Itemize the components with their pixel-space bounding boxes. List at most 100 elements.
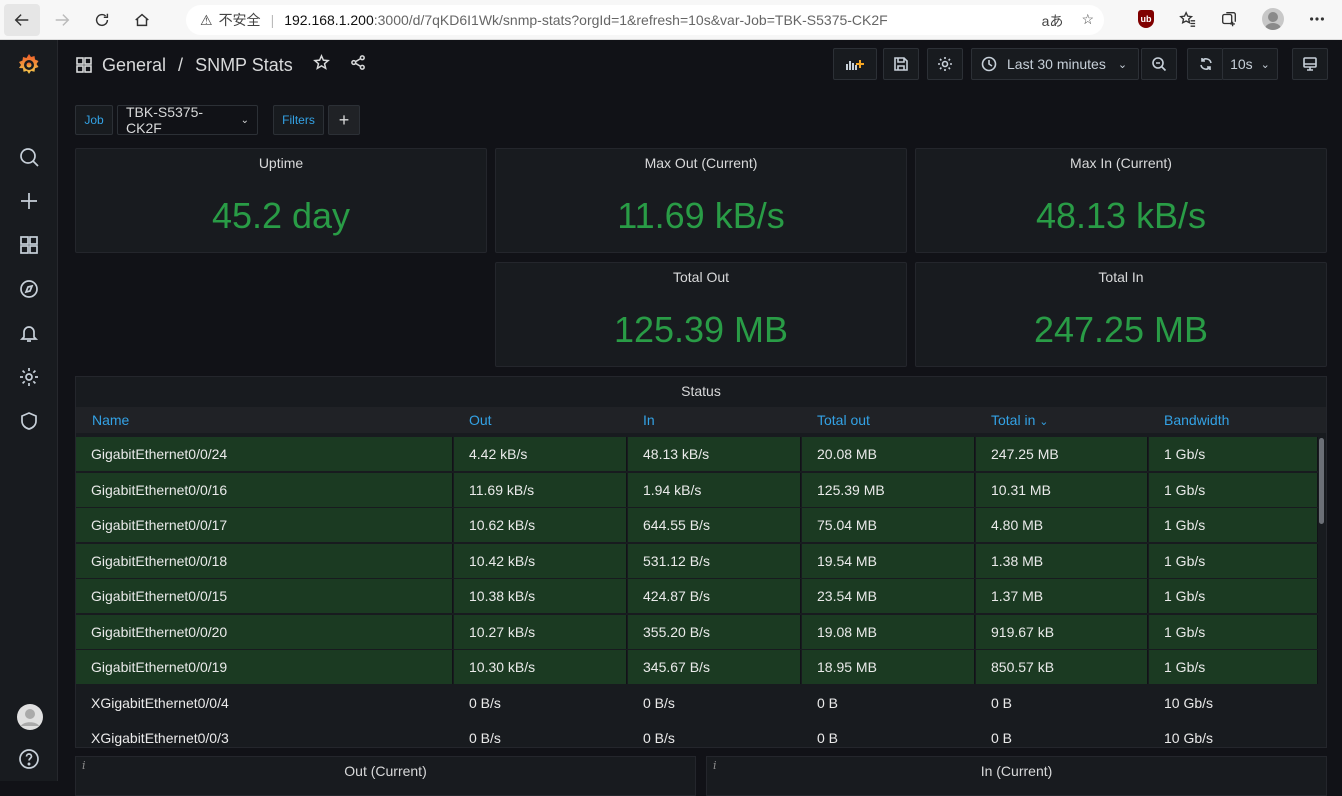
add-panel-button[interactable] <box>833 48 877 80</box>
column-header-in[interactable]: In <box>643 412 655 428</box>
total-in-panel[interactable]: Total In 247.25 MB <box>915 262 1327 367</box>
add-filter-button[interactable]: + <box>328 105 360 135</box>
table-cell: 20.08 MB <box>802 437 975 471</box>
refresh-interval-picker[interactable]: 10s ⌄ <box>1222 48 1278 80</box>
table-cell: 10.31 MB <box>976 472 1148 507</box>
create-plus-icon[interactable] <box>18 190 40 212</box>
job-variable-select[interactable]: TBK-S5375-CK2F ⌄ <box>117 104 258 136</box>
panel-title: Status <box>681 383 721 399</box>
table-cell: 1 Gb/s <box>1149 508 1318 542</box>
url-host: 192.168.1.200 <box>284 12 374 28</box>
table-cell: GigabitEthernet0/0/17 <box>76 508 453 542</box>
panel-title: Total In <box>1098 269 1144 285</box>
browser-toolbar: ⚠ 不安全 | 192.168.1.200 :3000/d/7qKD6I1Wk/… <box>0 0 1342 40</box>
zoom-out-button[interactable] <box>1141 48 1177 80</box>
table-row[interactable]: XGigabitEthernet0/0/4 0 B/s 0 B/s 0 B 0 B 10 … <box>76 686 1318 721</box>
chevron-down-icon: ⌄ <box>1117 58 1128 71</box>
table-row[interactable]: GigabitEthernet0/0/15 10.38 kB/s 424.87 B/… <box>76 579 1318 614</box>
table-cell: 75.04 MB <box>802 508 975 542</box>
sort-desc-icon: ⌄ <box>1039 416 1049 428</box>
read-aloud-icon[interactable]: aあ <box>1042 11 1064 31</box>
address-bar[interactable]: ⚠ 不安全 | 192.168.1.200 :3000/d/7qKD6I1Wk/… <box>186 5 1104 35</box>
help-icon[interactable] <box>18 748 40 770</box>
table-row[interactable]: GigabitEthernet0/0/20 10.27 kB/s 355.20 B/… <box>76 614 1318 650</box>
table-cell: 10.42 kB/s <box>454 543 627 578</box>
column-header-total-out[interactable]: Total out <box>817 412 870 428</box>
max-in-panel[interactable]: Max In (Current) 48.13 kB/s <box>915 148 1327 253</box>
breadcrumb: General / SNMP Stats <box>76 54 367 76</box>
reload-button[interactable] <box>84 4 120 36</box>
column-header-total-in[interactable]: Total in ⌄ <box>991 412 1048 428</box>
more-icon[interactable] <box>1308 10 1326 28</box>
out-current-panel[interactable]: i Out (Current) <box>75 756 696 796</box>
search-icon[interactable] <box>18 146 40 168</box>
folder-link[interactable]: General <box>102 55 166 76</box>
reload-icon <box>95 13 109 26</box>
warning-icon: ⚠ <box>200 11 213 28</box>
star-button[interactable] <box>312 54 330 76</box>
gear-icon <box>938 57 952 71</box>
table-cell: 424.87 B/s <box>628 579 801 613</box>
tv-mode-button[interactable] <box>1292 48 1328 80</box>
column-header-name[interactable]: Name <box>92 412 129 428</box>
favorite-add-icon[interactable]: ☆ <box>1081 11 1094 31</box>
page-title[interactable]: SNMP Stats <box>195 55 293 76</box>
stat-value: 11.69 kB/s <box>617 195 785 236</box>
back-button[interactable] <box>4 3 40 36</box>
ublock-extension-icon[interactable]: ub <box>1138 10 1154 28</box>
dashboard-settings-button[interactable] <box>927 48 963 80</box>
save-icon <box>894 57 908 71</box>
alerting-bell-icon[interactable] <box>18 322 40 344</box>
home-button[interactable] <box>124 4 160 36</box>
table-cell: 355.20 B/s <box>628 614 801 649</box>
table-cell: 19.08 MB <box>802 614 975 649</box>
table-scrollbar[interactable] <box>1319 438 1324 524</box>
table-cell: GigabitEthernet0/0/16 <box>76 472 453 507</box>
save-dashboard-button[interactable] <box>883 48 919 80</box>
time-range-picker[interactable]: Last 30 minutes ⌄ <box>971 48 1139 80</box>
breadcrumb-separator: / <box>178 54 184 75</box>
table-cell: 0 B/s <box>469 694 501 711</box>
stat-value: 45.2 day <box>211 195 351 236</box>
grafana-logo-icon[interactable] <box>16 52 42 78</box>
user-avatar[interactable] <box>16 703 44 731</box>
table-cell: XGigabitEthernet0/0/3 <box>91 730 229 746</box>
table-cell: 644.55 B/s <box>628 508 801 542</box>
table-row[interactable]: GigabitEthernet0/0/16 11.69 kB/s 1.94 kB/s… <box>76 472 1318 508</box>
clock-icon <box>981 56 997 72</box>
table-cell: 19.54 MB <box>802 543 975 578</box>
server-admin-shield-icon[interactable] <box>18 410 40 432</box>
table-row[interactable]: GigabitEthernet0/0/24 4.42 kB/s 48.13 kB/s… <box>76 437 1318 472</box>
explore-compass-icon[interactable] <box>18 278 40 300</box>
forward-button[interactable] <box>44 4 80 36</box>
collections-icon[interactable] <box>1220 10 1238 28</box>
table-row[interactable]: GigabitEthernet0/0/17 10.62 kB/s 644.55 B/… <box>76 508 1318 543</box>
table-row[interactable]: GigabitEthernet0/0/18 10.42 kB/s 531.12 B/… <box>76 543 1318 579</box>
total-out-panel[interactable]: Total Out 125.39 MB <box>495 262 907 367</box>
chevron-down-icon: ⌄ <box>240 114 249 126</box>
grafana-sidebar <box>0 40 58 781</box>
filters-label: Filters <box>273 105 324 135</box>
table-cell: 4.42 kB/s <box>454 437 627 471</box>
table-cell: 11.69 kB/s <box>454 472 627 507</box>
share-button[interactable] <box>350 54 367 76</box>
table-cell: 0 B/s <box>643 730 675 746</box>
zoom-out-icon <box>1152 57 1167 72</box>
table-row[interactable]: GigabitEthernet0/0/19 10.30 kB/s 345.67 B/… <box>76 650 1318 685</box>
refresh-button[interactable] <box>1187 48 1223 80</box>
table-cell: GigabitEthernet0/0/20 <box>76 614 453 649</box>
table-cell: 18.95 MB <box>802 650 975 684</box>
dashboards-icon[interactable] <box>18 234 40 256</box>
table-row[interactable]: XGigabitEthernet0/0/3 0 B/s 0 B/s 0 B 0 B 10 … <box>76 721 1318 747</box>
column-header-bandwidth[interactable]: Bandwidth <box>1164 412 1229 428</box>
column-header-out[interactable]: Out <box>469 412 492 428</box>
max-out-panel[interactable]: Max Out (Current) 11.69 kB/s <box>495 148 907 253</box>
profile-avatar[interactable] <box>1262 8 1284 30</box>
stat-value: 247.25 MB <box>1033 309 1209 350</box>
star-icon <box>312 54 330 70</box>
uptime-panel[interactable]: Uptime 45.2 day <box>75 148 487 253</box>
favorites-icon[interactable] <box>1178 10 1196 28</box>
table-cell: 0 B <box>991 694 1013 711</box>
in-current-panel[interactable]: i In (Current) <box>706 756 1327 796</box>
configuration-gear-icon[interactable] <box>18 366 40 388</box>
